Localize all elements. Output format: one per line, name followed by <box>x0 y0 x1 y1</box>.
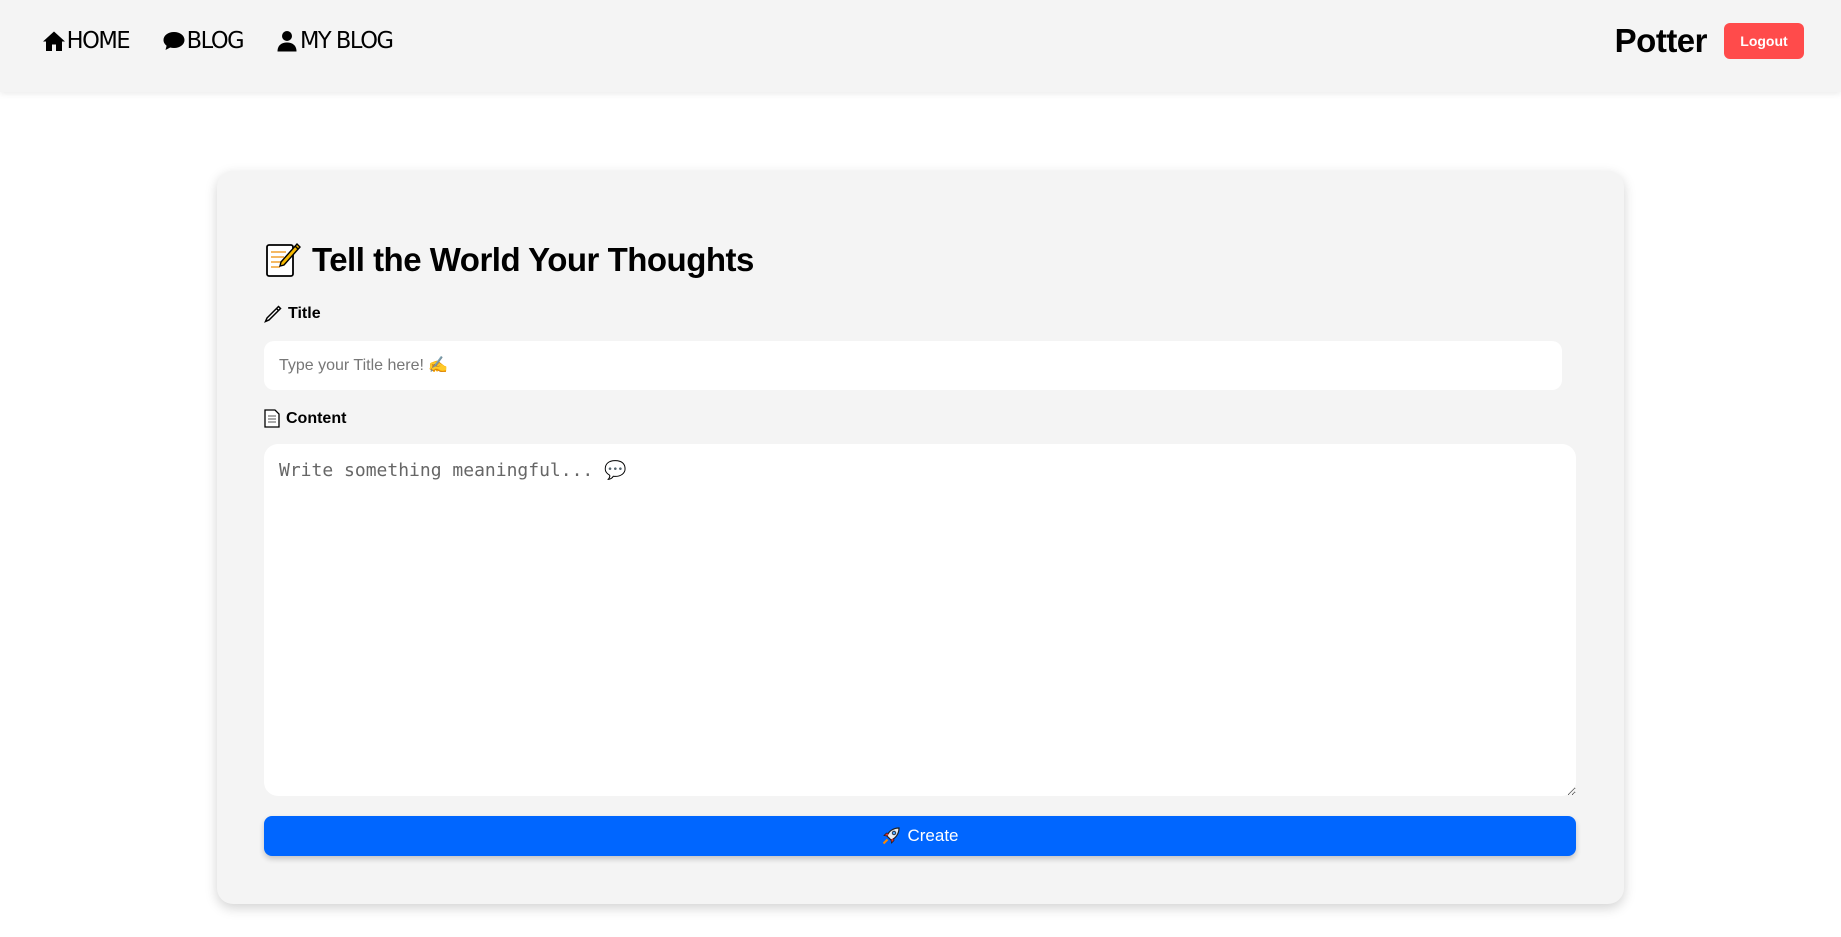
nav-label-my-blog: MY BLOG <box>300 28 394 54</box>
title-input[interactable] <box>264 341 1562 390</box>
logout-button[interactable]: Logout <box>1724 23 1804 59</box>
page-icon <box>264 409 280 428</box>
create-button-label: Create <box>907 826 959 845</box>
rocket-icon <box>881 826 901 846</box>
title-label: Title <box>264 305 321 323</box>
nav-label-home: HOME <box>66 28 131 54</box>
nav-label-blog: BLOG <box>186 28 244 54</box>
title-label-text: Title <box>288 305 321 322</box>
memo-icon <box>264 241 302 279</box>
nav-item-home[interactable]: HOME <box>42 27 131 55</box>
page-title-text: Tell the World Your Thoughts <box>312 241 754 278</box>
create-button[interactable]: Create <box>264 816 1576 856</box>
content-textarea[interactable] <box>264 444 1576 796</box>
page-title: Tell the World Your Thoughts <box>264 241 754 279</box>
home-icon <box>42 29 66 53</box>
pencil-icon <box>264 305 282 323</box>
chat-bubble-icon <box>162 29 186 53</box>
nav-item-my-blog[interactable]: MY BLOG <box>275 27 394 55</box>
user-icon <box>275 29 299 53</box>
nav-item-blog[interactable]: BLOG <box>162 27 244 55</box>
create-post-card: Tell the World Your Thoughts Title Conte… <box>217 171 1624 904</box>
top-nav-bar: HOME BLOG MY BLOG Potter Logout <box>0 0 1841 92</box>
main-nav: HOME BLOG MY BLOG <box>42 27 426 55</box>
content-label-text: Content <box>286 409 347 427</box>
username: Potter <box>1614 22 1708 59</box>
content-label: Content <box>264 409 346 428</box>
